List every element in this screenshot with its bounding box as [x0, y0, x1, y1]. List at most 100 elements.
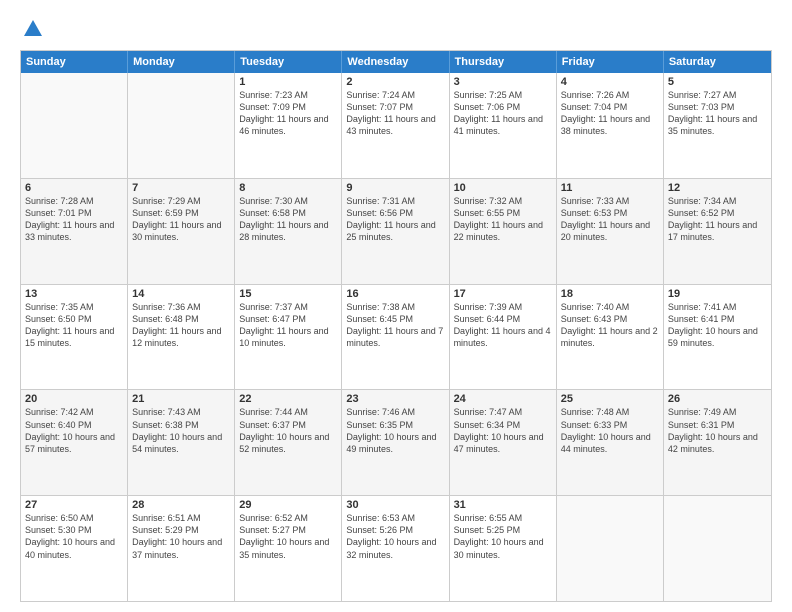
day-number: 3 — [454, 76, 552, 88]
day-number: 22 — [239, 393, 337, 405]
calendar-cell: 22Sunrise: 7:44 AM Sunset: 6:37 PM Dayli… — [235, 390, 342, 495]
calendar-cell — [557, 496, 664, 601]
calendar-cell: 17Sunrise: 7:39 AM Sunset: 6:44 PM Dayli… — [450, 285, 557, 390]
calendar-cell: 9Sunrise: 7:31 AM Sunset: 6:56 PM Daylig… — [342, 179, 449, 284]
day-number: 29 — [239, 499, 337, 511]
day-number: 27 — [25, 499, 123, 511]
calendar-cell: 3Sunrise: 7:25 AM Sunset: 7:06 PM Daylig… — [450, 73, 557, 178]
day-number: 2 — [346, 76, 444, 88]
day-info: Sunrise: 7:26 AM Sunset: 7:04 PM Dayligh… — [561, 89, 659, 138]
day-number: 31 — [454, 499, 552, 511]
calendar: SundayMondayTuesdayWednesdayThursdayFrid… — [20, 50, 772, 602]
day-number: 16 — [346, 288, 444, 300]
calendar-row-2: 6Sunrise: 7:28 AM Sunset: 7:01 PM Daylig… — [21, 178, 771, 284]
day-info: Sunrise: 7:29 AM Sunset: 6:59 PM Dayligh… — [132, 195, 230, 244]
calendar-cell: 20Sunrise: 7:42 AM Sunset: 6:40 PM Dayli… — [21, 390, 128, 495]
day-info: Sunrise: 7:48 AM Sunset: 6:33 PM Dayligh… — [561, 406, 659, 455]
calendar-body: 1Sunrise: 7:23 AM Sunset: 7:09 PM Daylig… — [21, 73, 771, 601]
calendar-cell: 6Sunrise: 7:28 AM Sunset: 7:01 PM Daylig… — [21, 179, 128, 284]
day-number: 17 — [454, 288, 552, 300]
calendar-cell: 2Sunrise: 7:24 AM Sunset: 7:07 PM Daylig… — [342, 73, 449, 178]
day-info: Sunrise: 7:30 AM Sunset: 6:58 PM Dayligh… — [239, 195, 337, 244]
calendar-cell: 23Sunrise: 7:46 AM Sunset: 6:35 PM Dayli… — [342, 390, 449, 495]
calendar-cell: 12Sunrise: 7:34 AM Sunset: 6:52 PM Dayli… — [664, 179, 771, 284]
calendar-cell — [21, 73, 128, 178]
header-day-monday: Monday — [128, 51, 235, 73]
day-number: 13 — [25, 288, 123, 300]
day-number: 1 — [239, 76, 337, 88]
calendar-cell: 11Sunrise: 7:33 AM Sunset: 6:53 PM Dayli… — [557, 179, 664, 284]
calendar-cell: 29Sunrise: 6:52 AM Sunset: 5:27 PM Dayli… — [235, 496, 342, 601]
calendar-cell: 4Sunrise: 7:26 AM Sunset: 7:04 PM Daylig… — [557, 73, 664, 178]
calendar-cell: 24Sunrise: 7:47 AM Sunset: 6:34 PM Dayli… — [450, 390, 557, 495]
day-info: Sunrise: 7:47 AM Sunset: 6:34 PM Dayligh… — [454, 406, 552, 455]
calendar-row-4: 20Sunrise: 7:42 AM Sunset: 6:40 PM Dayli… — [21, 389, 771, 495]
day-info: Sunrise: 6:52 AM Sunset: 5:27 PM Dayligh… — [239, 512, 337, 561]
day-number: 25 — [561, 393, 659, 405]
day-info: Sunrise: 7:33 AM Sunset: 6:53 PM Dayligh… — [561, 195, 659, 244]
day-info: Sunrise: 7:42 AM Sunset: 6:40 PM Dayligh… — [25, 406, 123, 455]
day-number: 21 — [132, 393, 230, 405]
day-number: 15 — [239, 288, 337, 300]
day-number: 19 — [668, 288, 767, 300]
day-info: Sunrise: 7:44 AM Sunset: 6:37 PM Dayligh… — [239, 406, 337, 455]
day-info: Sunrise: 7:49 AM Sunset: 6:31 PM Dayligh… — [668, 406, 767, 455]
calendar-cell: 5Sunrise: 7:27 AM Sunset: 7:03 PM Daylig… — [664, 73, 771, 178]
day-number: 23 — [346, 393, 444, 405]
calendar-cell: 30Sunrise: 6:53 AM Sunset: 5:26 PM Dayli… — [342, 496, 449, 601]
calendar-cell: 25Sunrise: 7:48 AM Sunset: 6:33 PM Dayli… — [557, 390, 664, 495]
day-info: Sunrise: 6:53 AM Sunset: 5:26 PM Dayligh… — [346, 512, 444, 561]
calendar-cell: 15Sunrise: 7:37 AM Sunset: 6:47 PM Dayli… — [235, 285, 342, 390]
calendar-row-3: 13Sunrise: 7:35 AM Sunset: 6:50 PM Dayli… — [21, 284, 771, 390]
day-number: 26 — [668, 393, 767, 405]
calendar-cell: 8Sunrise: 7:30 AM Sunset: 6:58 PM Daylig… — [235, 179, 342, 284]
day-number: 24 — [454, 393, 552, 405]
header-day-saturday: Saturday — [664, 51, 771, 73]
day-info: Sunrise: 7:35 AM Sunset: 6:50 PM Dayligh… — [25, 301, 123, 350]
day-number: 12 — [668, 182, 767, 194]
day-info: Sunrise: 6:50 AM Sunset: 5:30 PM Dayligh… — [25, 512, 123, 561]
calendar-cell: 31Sunrise: 6:55 AM Sunset: 5:25 PM Dayli… — [450, 496, 557, 601]
day-info: Sunrise: 7:32 AM Sunset: 6:55 PM Dayligh… — [454, 195, 552, 244]
calendar-cell: 21Sunrise: 7:43 AM Sunset: 6:38 PM Dayli… — [128, 390, 235, 495]
calendar-row-1: 1Sunrise: 7:23 AM Sunset: 7:09 PM Daylig… — [21, 73, 771, 178]
calendar-cell: 13Sunrise: 7:35 AM Sunset: 6:50 PM Dayli… — [21, 285, 128, 390]
day-number: 30 — [346, 499, 444, 511]
calendar-cell — [664, 496, 771, 601]
day-number: 18 — [561, 288, 659, 300]
header-day-sunday: Sunday — [21, 51, 128, 73]
calendar-cell — [128, 73, 235, 178]
page: SundayMondayTuesdayWednesdayThursdayFrid… — [0, 0, 792, 612]
day-info: Sunrise: 7:43 AM Sunset: 6:38 PM Dayligh… — [132, 406, 230, 455]
calendar-cell: 7Sunrise: 7:29 AM Sunset: 6:59 PM Daylig… — [128, 179, 235, 284]
calendar-cell: 1Sunrise: 7:23 AM Sunset: 7:09 PM Daylig… — [235, 73, 342, 178]
calendar-cell: 16Sunrise: 7:38 AM Sunset: 6:45 PM Dayli… — [342, 285, 449, 390]
day-info: Sunrise: 7:40 AM Sunset: 6:43 PM Dayligh… — [561, 301, 659, 350]
day-info: Sunrise: 6:55 AM Sunset: 5:25 PM Dayligh… — [454, 512, 552, 561]
day-info: Sunrise: 7:36 AM Sunset: 6:48 PM Dayligh… — [132, 301, 230, 350]
header-day-tuesday: Tuesday — [235, 51, 342, 73]
day-info: Sunrise: 7:37 AM Sunset: 6:47 PM Dayligh… — [239, 301, 337, 350]
header-day-wednesday: Wednesday — [342, 51, 449, 73]
logo-icon — [22, 18, 44, 40]
day-info: Sunrise: 7:41 AM Sunset: 6:41 PM Dayligh… — [668, 301, 767, 350]
day-info: Sunrise: 7:27 AM Sunset: 7:03 PM Dayligh… — [668, 89, 767, 138]
day-number: 8 — [239, 182, 337, 194]
day-number: 5 — [668, 76, 767, 88]
day-info: Sunrise: 7:46 AM Sunset: 6:35 PM Dayligh… — [346, 406, 444, 455]
calendar-row-5: 27Sunrise: 6:50 AM Sunset: 5:30 PM Dayli… — [21, 495, 771, 601]
day-number: 10 — [454, 182, 552, 194]
day-number: 4 — [561, 76, 659, 88]
day-info: Sunrise: 7:25 AM Sunset: 7:06 PM Dayligh… — [454, 89, 552, 138]
calendar-cell: 19Sunrise: 7:41 AM Sunset: 6:41 PM Dayli… — [664, 285, 771, 390]
day-number: 20 — [25, 393, 123, 405]
day-info: Sunrise: 6:51 AM Sunset: 5:29 PM Dayligh… — [132, 512, 230, 561]
header — [20, 18, 772, 40]
header-day-thursday: Thursday — [450, 51, 557, 73]
day-info: Sunrise: 7:24 AM Sunset: 7:07 PM Dayligh… — [346, 89, 444, 138]
day-info: Sunrise: 7:28 AM Sunset: 7:01 PM Dayligh… — [25, 195, 123, 244]
calendar-cell: 10Sunrise: 7:32 AM Sunset: 6:55 PM Dayli… — [450, 179, 557, 284]
calendar-cell: 26Sunrise: 7:49 AM Sunset: 6:31 PM Dayli… — [664, 390, 771, 495]
day-number: 14 — [132, 288, 230, 300]
calendar-cell: 27Sunrise: 6:50 AM Sunset: 5:30 PM Dayli… — [21, 496, 128, 601]
